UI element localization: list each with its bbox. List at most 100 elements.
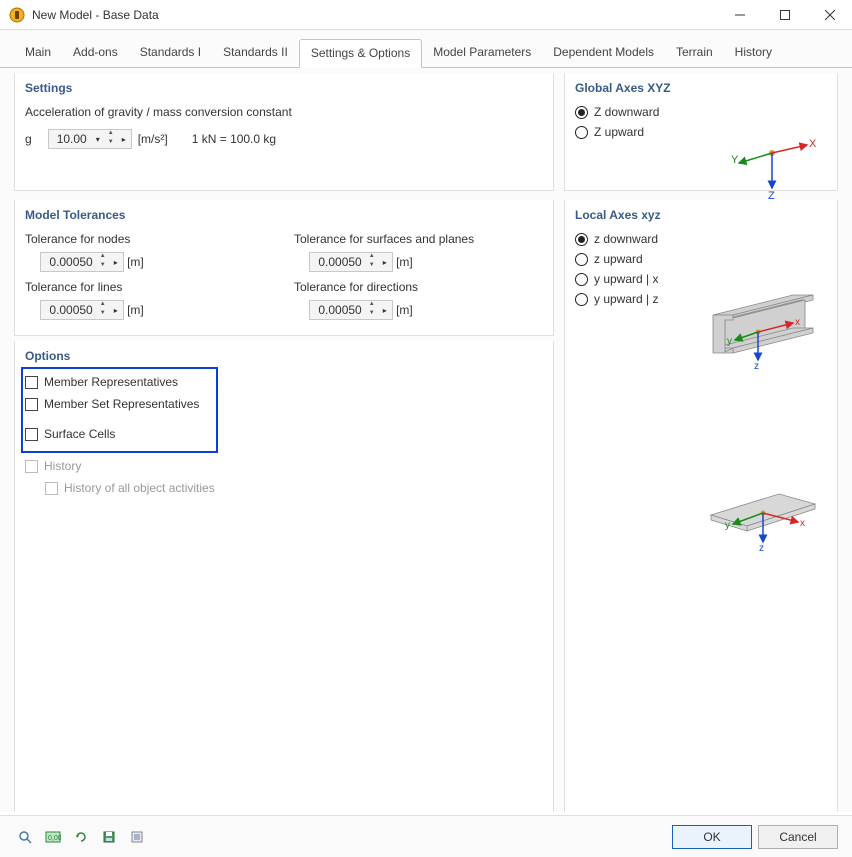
nodes-label: Tolerance for nodes [25,232,274,246]
directions-step-buttons[interactable]: ▲▼ [366,301,378,319]
svg-text:y: y [725,520,730,531]
maximize-button[interactable] [762,0,807,30]
ok-button-label: OK [703,830,720,844]
svg-text:y: y [727,336,732,347]
surface-cells-checkbox[interactable] [25,428,38,441]
member-reps-label: Member Representatives [44,375,178,389]
svg-text:Y: Y [731,154,739,166]
titlebar: New Model - Base Data [0,0,852,30]
gravity-menu-icon[interactable]: ▸ [117,135,131,144]
svg-text:z: z [759,543,764,554]
nodes-value: 0.00050 [41,255,96,269]
z-upward-label: Z upward [594,125,644,139]
lines-value: 0.00050 [41,303,96,317]
history-all-objects-label: History of all object activities [64,481,215,495]
options-heading: Options [25,349,543,363]
directions-value: 0.00050 [310,303,365,317]
lines-spinner[interactable]: 0.00050 ▲▼ ▸ [40,300,123,320]
surfaces-step-buttons[interactable]: ▲▼ [366,253,378,271]
gravity-dropdown-icon[interactable]: ▾ [91,135,105,144]
local-axes-plate-diagram: x y z [703,480,823,560]
gravity-step-buttons[interactable]: ▲▼ [105,130,117,148]
member-set-reps-label: Member Set Representatives [44,397,199,411]
directions-unit: [m] [396,303,413,317]
local-y-upward-z-label: y upward | z [594,292,658,306]
history-all-objects-checkbox [45,482,58,495]
gravity-value: 10.00 [49,132,91,146]
options-panel: Options Member Representatives Member Se… [14,341,554,812]
member-reps-checkbox[interactable] [25,376,38,389]
history-label: History [44,459,81,473]
settings-panel: Settings Acceleration of gravity / mass … [14,73,554,191]
refresh-icon-button[interactable] [70,826,92,848]
ok-button[interactable]: OK [672,825,752,849]
tab-standards-1[interactable]: Standards I [129,39,212,68]
surfaces-menu-icon[interactable]: ▸ [378,258,392,267]
directions-label: Tolerance for directions [294,280,543,294]
local-axes-heading: Local Axes xyz [575,208,827,222]
tab-addons[interactable]: Add-ons [62,39,129,68]
global-axes-diagram: X Y Z [727,133,817,203]
local-y-upward-z-radio[interactable] [575,293,588,306]
gravity-label: Acceleration of gravity / mass conversio… [25,105,543,119]
list-icon-button[interactable] [126,826,148,848]
tab-main[interactable]: Main [14,39,62,68]
local-axes-panel: Local Axes xyz z downward z upward y upw… [564,200,838,812]
search-icon-button[interactable] [14,826,36,848]
tab-dependent-models[interactable]: Dependent Models [542,39,665,68]
lines-step-buttons[interactable]: ▲▼ [97,301,109,319]
nodes-menu-icon[interactable]: ▸ [109,258,123,267]
surfaces-label: Tolerance for surfaces and planes [294,232,543,246]
nodes-step-buttons[interactable]: ▲▼ [97,253,109,271]
tolerances-heading: Model Tolerances [25,208,543,222]
z-upward-radio[interactable] [575,126,588,139]
gravity-spinner[interactable]: 10.00 ▾ ▲▼ ▸ [48,129,132,149]
lines-unit: [m] [127,303,144,317]
svg-text:x: x [795,317,800,328]
footer: 0,00 OK Cancel [0,815,852,857]
gravity-unit: [m/s²] [138,132,168,146]
nodes-spinner[interactable]: 0.00050 ▲▼ ▸ [40,252,123,272]
cancel-button-label: Cancel [779,830,816,844]
surfaces-spinner[interactable]: 0.00050 ▲▼ ▸ [309,252,392,272]
settings-heading: Settings [25,81,543,95]
tab-standards-2[interactable]: Standards II [212,39,299,68]
z-downward-radio[interactable] [575,106,588,119]
surfaces-value: 0.00050 [310,255,365,269]
local-z-downward-label: z downward [594,232,658,246]
local-axes-beam-diagram: x y z [703,290,823,370]
tab-settings-options[interactable]: Settings & Options [299,39,422,68]
history-checkbox [25,460,38,473]
member-set-reps-checkbox[interactable] [25,398,38,411]
lines-label: Tolerance for lines [25,280,274,294]
directions-spinner[interactable]: 0.00050 ▲▼ ▸ [309,300,392,320]
local-y-upward-x-radio[interactable] [575,273,588,286]
svg-text:z: z [754,361,759,370]
tabstrip: Main Add-ons Standards I Standards II Se… [0,30,852,68]
save-icon-button[interactable] [98,826,120,848]
minimize-button[interactable] [717,0,762,30]
precision-icon-button[interactable]: 0,00 [42,826,64,848]
cancel-button[interactable]: Cancel [758,825,838,849]
svg-text:x: x [800,518,805,529]
local-z-upward-radio[interactable] [575,253,588,266]
directions-menu-icon[interactable]: ▸ [378,306,392,315]
window-title: New Model - Base Data [32,8,159,22]
local-z-downward-radio[interactable] [575,233,588,246]
global-axes-panel: Global Axes XYZ Z downward Z upward X [564,73,838,191]
tab-terrain[interactable]: Terrain [665,39,724,68]
tolerances-panel: Model Tolerances Tolerance for nodes 0.0… [14,200,554,336]
close-button[interactable] [807,0,852,30]
kn-equation: 1 kN = 100.0 kg [192,132,276,146]
surface-cells-label: Surface Cells [44,427,115,441]
nodes-unit: [m] [127,255,144,269]
local-y-upward-x-label: y upward | x [594,272,658,286]
svg-text:0,00: 0,00 [48,835,61,842]
lines-menu-icon[interactable]: ▸ [109,306,123,315]
tab-model-parameters[interactable]: Model Parameters [422,39,542,68]
tab-history[interactable]: History [724,39,783,68]
svg-text:X: X [809,138,817,150]
g-symbol: g [25,132,32,146]
surfaces-unit: [m] [396,255,413,269]
app-icon [8,6,26,24]
